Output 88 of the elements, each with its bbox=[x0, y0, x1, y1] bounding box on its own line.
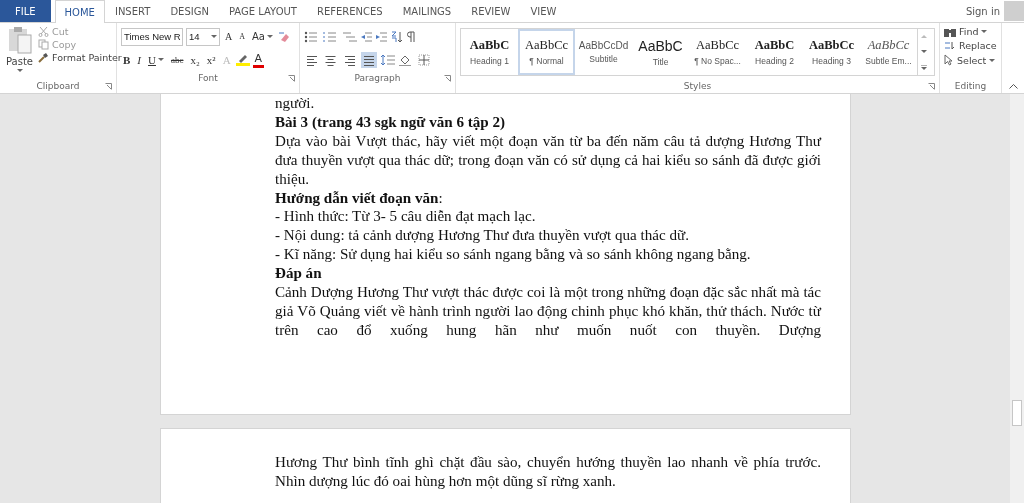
align-lines-icon bbox=[325, 53, 337, 66]
dialog-launcher-icon bbox=[444, 75, 451, 82]
style-gallery-item[interactable]: AaBbCc Heading 3 bbox=[803, 29, 860, 75]
scroll-down-icon bbox=[920, 50, 927, 54]
document-paragraph: Cảnh Dượng Hương Thư vượt thác được coi là một trong những đoạn đặc sắc nhất mà tác giả Võ Quảng viết về hành trình người lao động chinh phục khó khăn, thử thách. Nước từ trên cao đổ xuống hung hãn như muốn nuốt con thuyền. Dượng bbox=[275, 283, 821, 340]
style-gallery-item[interactable]: AaBbC Title bbox=[632, 29, 689, 75]
copy-icon bbox=[38, 39, 49, 50]
style-gallery-item[interactable]: AaBbC Heading 1 bbox=[461, 29, 518, 75]
document-paragraph: Bài 3 (trang 43 sgk ngữ văn 6 tập 2) bbox=[275, 112, 507, 132]
ribbon-tab[interactable]: PAGE LAYOUT bbox=[218, 0, 307, 22]
line-spacing-icon bbox=[380, 53, 396, 66]
numbered-list-icon bbox=[323, 30, 339, 43]
ribbon-tab[interactable]: REFERENCES bbox=[306, 0, 393, 22]
document-paragraph: Hướng dẫn viết đoạn văn: bbox=[275, 188, 444, 208]
ribbon-tab[interactable]: INSERT bbox=[104, 0, 161, 22]
pilcrow-icon bbox=[406, 30, 416, 43]
find-button[interactable]: Find bbox=[944, 26, 997, 37]
shrink-font-button[interactable]: A bbox=[237, 31, 247, 42]
caret-icon bbox=[981, 30, 988, 33]
replace-button[interactable]: Replace bbox=[944, 40, 997, 51]
group-label: Styles bbox=[460, 78, 935, 93]
binoculars-icon bbox=[944, 26, 956, 37]
highlighter-icon bbox=[235, 53, 250, 66]
select-button[interactable]: Select bbox=[944, 54, 997, 66]
replace-icon bbox=[944, 40, 956, 51]
dialog-launcher-icon bbox=[288, 75, 295, 82]
align-lines-icon bbox=[344, 53, 356, 66]
font-size-field[interactable]: 14 bbox=[186, 27, 220, 46]
ribbon-tab[interactable]: REVIEW bbox=[461, 0, 521, 22]
align-lines-icon bbox=[363, 53, 375, 66]
strikethrough-button[interactable]: abc bbox=[168, 53, 186, 66]
italic-button[interactable]: I bbox=[135, 52, 143, 67]
scissors-icon bbox=[38, 26, 49, 37]
caret-icon bbox=[267, 35, 273, 38]
font-color-button[interactable]: A bbox=[252, 51, 265, 68]
subscript-button[interactable]: x₂ bbox=[188, 52, 202, 67]
group-label: Clipboard bbox=[4, 78, 112, 93]
bullet-list-icon bbox=[304, 30, 320, 43]
bold-button[interactable]: B bbox=[121, 52, 133, 67]
align-lines-icon bbox=[306, 53, 318, 66]
scroll-up-icon bbox=[920, 35, 927, 39]
caret-icon bbox=[157, 58, 164, 61]
superscript-button[interactable]: x² bbox=[204, 52, 218, 67]
decrease-indent-icon bbox=[361, 30, 373, 43]
group-label: Editing bbox=[953, 79, 988, 93]
style-gallery-item[interactable]: AaBbCcDd Subtitle bbox=[575, 29, 632, 75]
style-gallery-item[interactable]: AaBbCc ¶ No Spac... bbox=[689, 29, 746, 75]
document-paragraph: Hương Thư bình tĩnh ghì chặt đầu sào, chuyển hướng thuyền lao nhanh về phía trước. Nhìn dượng lúc đó oai hùng hơn một dũng sĩ rừng xanh. bbox=[275, 452, 821, 491]
ribbon-tab[interactable]: VIEW bbox=[520, 0, 567, 22]
ribbon-tab[interactable]: MAILINGS bbox=[392, 0, 462, 22]
caret-icon bbox=[16, 69, 23, 72]
document-paragraph: - Kĩ năng: Sử dụng hai kiểu so sánh ngang bằng và so sánh không ngang bằng. bbox=[275, 245, 752, 265]
format-painter-button[interactable]: Format Painter bbox=[38, 52, 122, 63]
align-button[interactable] bbox=[361, 51, 377, 68]
collapse-ribbon-icon bbox=[1008, 84, 1018, 89]
caret-icon bbox=[211, 35, 217, 38]
document-paragraph: - Nội dung: tả cảnh dượng Hương Thư đưa thuyền vượt qua thác dữ. bbox=[275, 226, 690, 246]
change-case-button[interactable]: Aa bbox=[250, 30, 275, 43]
underline-button[interactable]: U bbox=[146, 52, 166, 67]
dialog-launcher-icon bbox=[928, 83, 935, 90]
borders-icon bbox=[418, 53, 430, 66]
paintbrush-icon bbox=[38, 52, 49, 63]
document-paragraph: Dựa vào bài Vượt thác, hãy viết một đoạn văn từ ba đến năm câu tả dượng Hương Thư đưa thuyền vượt qua thác dữ; trong đoạn văn có sử dụng cả hai kiểu so sánh đã được giới thiệu. bbox=[275, 131, 821, 189]
document-paragraph: người. bbox=[275, 94, 316, 113]
ribbon-tab[interactable]: DESIGN bbox=[160, 0, 219, 22]
style-gallery-item[interactable]: AaBbCc Subtle Em... bbox=[860, 29, 917, 75]
style-gallery-item[interactable]: AaBbCc ¶ Normal bbox=[518, 29, 575, 75]
ribbon-tab[interactable]: HOME bbox=[54, 0, 105, 23]
eraser-icon bbox=[278, 30, 290, 43]
group-label: Font bbox=[121, 70, 295, 85]
font-name-field[interactable]: Times New R bbox=[121, 27, 183, 46]
paste-button[interactable]: Paste bbox=[4, 26, 35, 78]
group-label: Paragraph bbox=[304, 70, 451, 85]
grow-font-button[interactable]: A bbox=[223, 30, 235, 43]
caret-icon bbox=[989, 58, 996, 62]
clipboard-icon bbox=[7, 26, 32, 54]
sort-icon bbox=[391, 30, 403, 43]
sign-in-link[interactable]: Sign in bbox=[965, 5, 1000, 17]
increase-indent-icon bbox=[376, 30, 388, 43]
multilevel-list-icon bbox=[342, 30, 358, 43]
style-gallery-item[interactable]: AaBbC Heading 2 bbox=[746, 29, 803, 75]
more-icon bbox=[920, 64, 927, 70]
document-paragraph: - Hình thức: Từ 3- 5 câu diễn đạt mạch lạc. bbox=[275, 207, 537, 227]
file-menu-tab[interactable]: FILE bbox=[0, 0, 51, 22]
dialog-launcher-icon bbox=[105, 83, 112, 90]
document-paragraph: Đáp án bbox=[275, 264, 323, 284]
cursor-arrow-icon bbox=[944, 54, 954, 66]
vertical-scrollbar[interactable] bbox=[1010, 94, 1024, 503]
